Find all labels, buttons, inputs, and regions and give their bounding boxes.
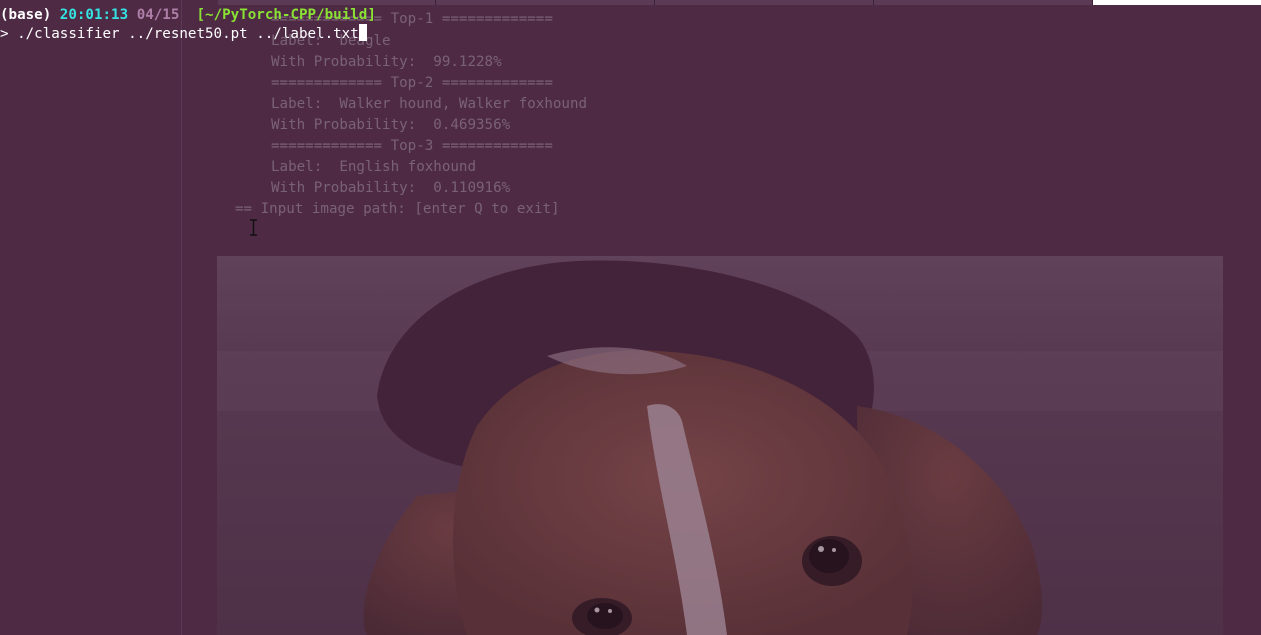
top3-header: ============= Top-3 ============= [271, 138, 553, 154]
i-beam-cursor-icon [249, 219, 258, 236]
prompt-time: 20:01:13 [59, 7, 129, 23]
conda-env: (base) [0, 7, 52, 23]
background-terminal-window: ============= Top-1 ============= Label:… [0, 0, 1261, 635]
prompt-symbol: > [0, 26, 9, 42]
prompt-date: 04/15 [136, 7, 180, 23]
top1-probability: With Probability: 99.1228% [271, 54, 502, 70]
top3-label: Label: English foxhound [271, 159, 476, 175]
command-input[interactable]: > ./classifier ../resnet50.pt ../label.t… [0, 24, 367, 42]
beagle-photo [217, 256, 1223, 635]
prompt-line: (base) 20:01:13 04/15 [~/PyTorch-CPP/bui… [0, 6, 376, 24]
top2-probability: With Probability: 0.469356% [271, 117, 511, 133]
top2-header: ============= Top-2 ============= [271, 75, 553, 91]
input-path-prompt: == Input image path: [enter Q to exit] [235, 201, 560, 217]
block-cursor [358, 24, 367, 41]
top3-probability: With Probability: 0.110916% [271, 180, 511, 196]
screen: ============= Top-1 ============= Label:… [0, 0, 1261, 635]
prompt-cwd: [~/PyTorch-CPP/build] [196, 7, 376, 23]
active-terminal-prompt[interactable]: (base) 20:01:13 04/15 [~/PyTorch-CPP/bui… [0, 0, 1261, 46]
top2-label: Label: Walker hound, Walker foxhound [271, 96, 588, 112]
command-text[interactable]: ./classifier ../resnet50.pt ../label.txt [17, 26, 359, 42]
